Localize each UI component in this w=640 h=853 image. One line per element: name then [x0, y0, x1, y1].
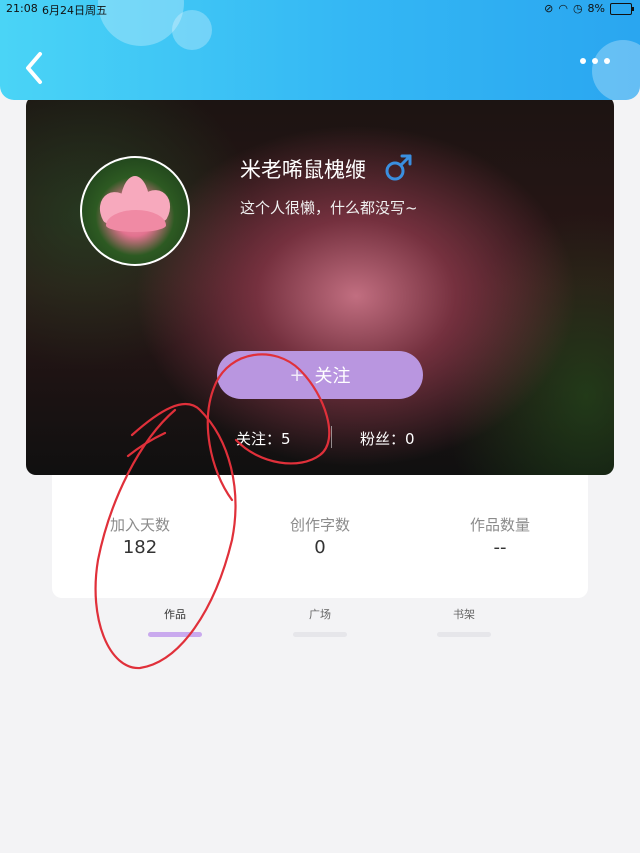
following-count[interactable]: 关注：5	[236, 428, 291, 449]
alarm-icon: ◷	[572, 2, 583, 15]
status-icons: ⊘ ◠ ◷ 8%	[544, 2, 634, 15]
stat-label: 加入天数	[109, 516, 170, 534]
tab-square[interactable]: 广场	[280, 606, 360, 637]
plus-icon: +	[289, 364, 305, 386]
back-button[interactable]	[20, 48, 50, 88]
male-icon	[384, 152, 414, 186]
status-time: 21:08	[6, 2, 38, 15]
tab-bookshelf[interactable]: 书架	[424, 606, 504, 637]
tab-works[interactable]: 作品	[135, 606, 215, 637]
tab-label: 作品	[164, 608, 186, 621]
stat-work-count: 作品数量 --	[415, 514, 585, 558]
fans-count[interactable]: 粉丝：0	[360, 428, 415, 449]
more-button[interactable]	[580, 58, 610, 64]
stat-value: 182	[122, 537, 158, 558]
follow-button[interactable]: + 关注	[217, 351, 423, 399]
avatar[interactable]	[80, 156, 190, 266]
status-date: 6月24日周五	[42, 4, 107, 17]
status-bar: 21:08 6月24日周五 ⊘ ◠ ◷ 8%	[0, 0, 640, 18]
follow-button-label: 关注	[314, 366, 351, 387]
chevron-left-icon	[26, 52, 42, 84]
stat-join-days: 加入天数 182	[55, 514, 225, 558]
profile-card: 米老唏鼠槐缏 这个人很懒，什么都没写~ + 关注 关注：5 粉丝：0	[26, 96, 614, 475]
decor-bubble	[592, 40, 640, 100]
follow-stats: 关注：5 粉丝：0	[26, 426, 614, 450]
user-bio: 这个人很懒，什么都没写~	[240, 199, 418, 217]
more-dot-icon	[580, 58, 586, 64]
tab-label: 广场	[309, 608, 331, 621]
more-dot-icon	[604, 58, 610, 64]
more-dot-icon	[592, 58, 598, 64]
stat-word-count: 创作字数 0	[235, 514, 405, 558]
tab-indicator	[293, 632, 347, 637]
tab-label: 书架	[453, 608, 475, 621]
user-name: 米老唏鼠槐缏	[240, 158, 366, 182]
battery-percent: 8%	[587, 2, 605, 15]
tab-indicator	[148, 632, 202, 637]
stat-label: 作品数量	[469, 516, 530, 534]
divider	[331, 426, 332, 448]
battery-icon	[610, 2, 634, 15]
stats-panel: 加入天数 182 创作字数 0 作品数量 --	[52, 462, 588, 598]
tab-indicator	[437, 632, 491, 637]
wifi-icon: ◠	[558, 2, 568, 15]
tab-bar: 作品 广场 书架	[0, 606, 640, 642]
stat-value: --	[493, 537, 507, 558]
orientation-lock-icon: ⊘	[544, 2, 554, 15]
stat-label: 创作字数	[289, 516, 350, 534]
stat-value: 0	[314, 537, 326, 558]
